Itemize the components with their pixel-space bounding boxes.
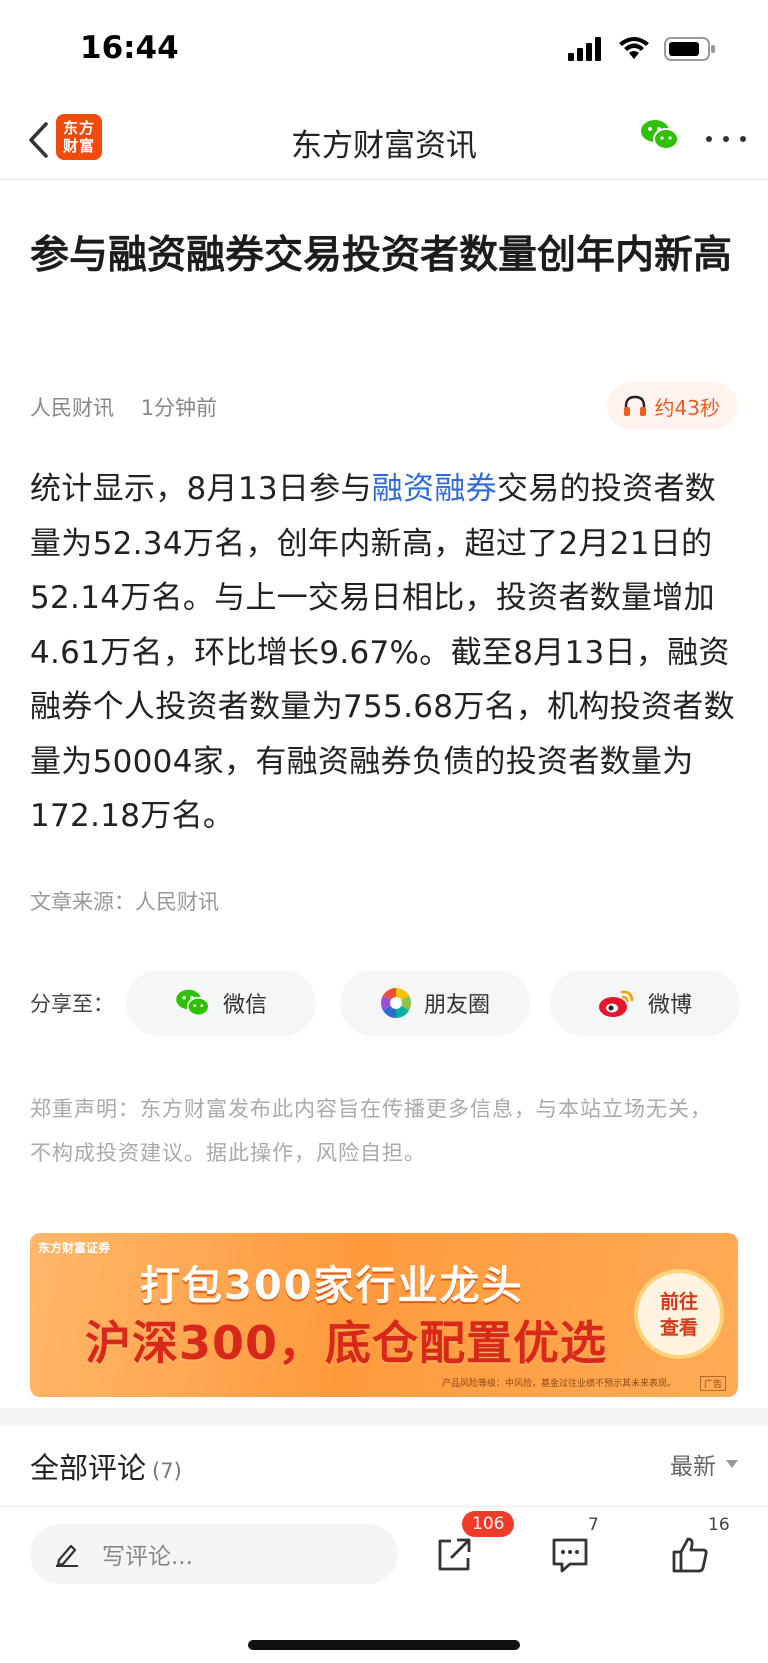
status-icons bbox=[568, 36, 716, 62]
banner-cta-line2: 查看 bbox=[659, 1317, 698, 1339]
margin-trading-link[interactable]: 融资融券 bbox=[372, 471, 497, 507]
share-weibo-label: 微博 bbox=[647, 993, 692, 1018]
article-title: 参与融资融券交易投资者数量创年内新高 bbox=[30, 233, 733, 278]
more-dot bbox=[723, 136, 729, 142]
share-out-icon bbox=[438, 1538, 471, 1571]
listen-duration: 约43秒 bbox=[654, 395, 720, 420]
wechat-icon bbox=[641, 120, 679, 150]
banner-cta-button[interactable]: 前往 查看 bbox=[634, 1269, 724, 1359]
nav-bar: 东方 财富 东方财富资讯 bbox=[0, 100, 768, 180]
home-indicator[interactable] bbox=[248, 1640, 520, 1650]
comments-header: 全部评论 (7) 最新 bbox=[30, 1445, 738, 1487]
comments-button[interactable]: 7 bbox=[540, 1515, 600, 1585]
article-meta: 人民财讯 1分钟前 bbox=[30, 392, 217, 422]
wifi-icon bbox=[619, 37, 649, 59]
like-count: 16 bbox=[708, 1515, 730, 1535]
more-button[interactable] bbox=[706, 124, 746, 154]
banner-subheadline: 沪深300，底仓配置优选 bbox=[85, 1316, 608, 1370]
banner-risk-note: 产品风险等级：中风险，基金过往业绩不预示其未来表现。 bbox=[441, 1379, 676, 1389]
share-wechat-button[interactable]: 微信 bbox=[126, 970, 316, 1036]
more-dot bbox=[706, 136, 712, 142]
article-body: 统计显示，8月13日参与融资融券交易的投资者数量为52.34万名，创年内新高，超… bbox=[30, 462, 742, 844]
banner-ad-tag: 广告 bbox=[699, 1376, 726, 1391]
caret-down-icon bbox=[726, 1460, 738, 1468]
disclaimer: 郑重声明：东方财富发布此内容旨在传播更多信息，与本站立场无关，不构成投资建议。据… bbox=[30, 1097, 712, 1165]
banner-headline: 打包300家行业龙头 bbox=[140, 1263, 524, 1309]
bottom-action-bar: 写评论... 106 7 16 bbox=[0, 1506, 768, 1663]
share-label: 分享至： bbox=[30, 992, 114, 1016]
comments-count: (7) bbox=[152, 1459, 182, 1483]
weibo-icon bbox=[598, 990, 634, 1017]
share-moments-label: 朋友圈 bbox=[423, 993, 490, 1018]
body-text-part: 统计显示，8月13日参与 bbox=[30, 471, 372, 507]
share-count-badge: 106 bbox=[462, 1511, 515, 1537]
banner-brand: 东方财富证券 bbox=[38, 1241, 111, 1255]
comment-count: 7 bbox=[588, 1515, 599, 1535]
listen-button[interactable]: 约43秒 bbox=[606, 382, 738, 430]
sort-label: 最新 bbox=[670, 1454, 716, 1480]
share-weibo-button[interactable]: 微博 bbox=[550, 970, 740, 1036]
sort-dropdown[interactable]: 最新 bbox=[670, 1447, 738, 1481]
wechat-icon bbox=[176, 989, 210, 1017]
battery-icon bbox=[664, 37, 715, 61]
comment-placeholder: 写评论... bbox=[102, 1544, 193, 1570]
banner-cta-line1: 前往 bbox=[659, 1291, 698, 1313]
comment-input[interactable]: 写评论... bbox=[30, 1524, 398, 1584]
body-text-part: 交易的投资者数量为52.34万名，创年内新高，超过了2月21日的52.14万名。… bbox=[30, 471, 735, 834]
cellular-signal-icon bbox=[568, 37, 601, 61]
more-dot bbox=[740, 136, 746, 142]
like-button[interactable]: 16 bbox=[660, 1515, 730, 1585]
share-button[interactable]: 106 bbox=[424, 1511, 515, 1585]
article-time: 1分钟前 bbox=[140, 396, 218, 420]
wechat-share-button[interactable] bbox=[640, 118, 680, 156]
moments-icon bbox=[380, 988, 411, 1018]
comment-icon bbox=[552, 1538, 588, 1573]
status-time: 16:44 bbox=[80, 30, 179, 66]
ad-banner[interactable]: 东方财富证券 打包300家行业龙头 沪深300，底仓配置优选 前往 查看 产品风… bbox=[30, 1233, 738, 1397]
status-bar: 16:44 bbox=[0, 0, 768, 100]
headphones-icon bbox=[623, 395, 646, 416]
article-source[interactable]: 人民财讯 bbox=[30, 396, 114, 420]
section-divider bbox=[0, 1408, 768, 1426]
article-source-line: 文章来源：人民财讯 bbox=[30, 890, 219, 914]
share-row: 分享至： 微信 朋友圈 微博 bbox=[30, 970, 740, 1036]
thumbs-up-icon bbox=[672, 1537, 708, 1573]
share-wechat-label: 微信 bbox=[222, 993, 267, 1018]
share-moments-button[interactable]: 朋友圈 bbox=[340, 970, 530, 1036]
pencil-icon bbox=[56, 1544, 78, 1567]
comments-title: 全部评论 bbox=[30, 1451, 147, 1485]
